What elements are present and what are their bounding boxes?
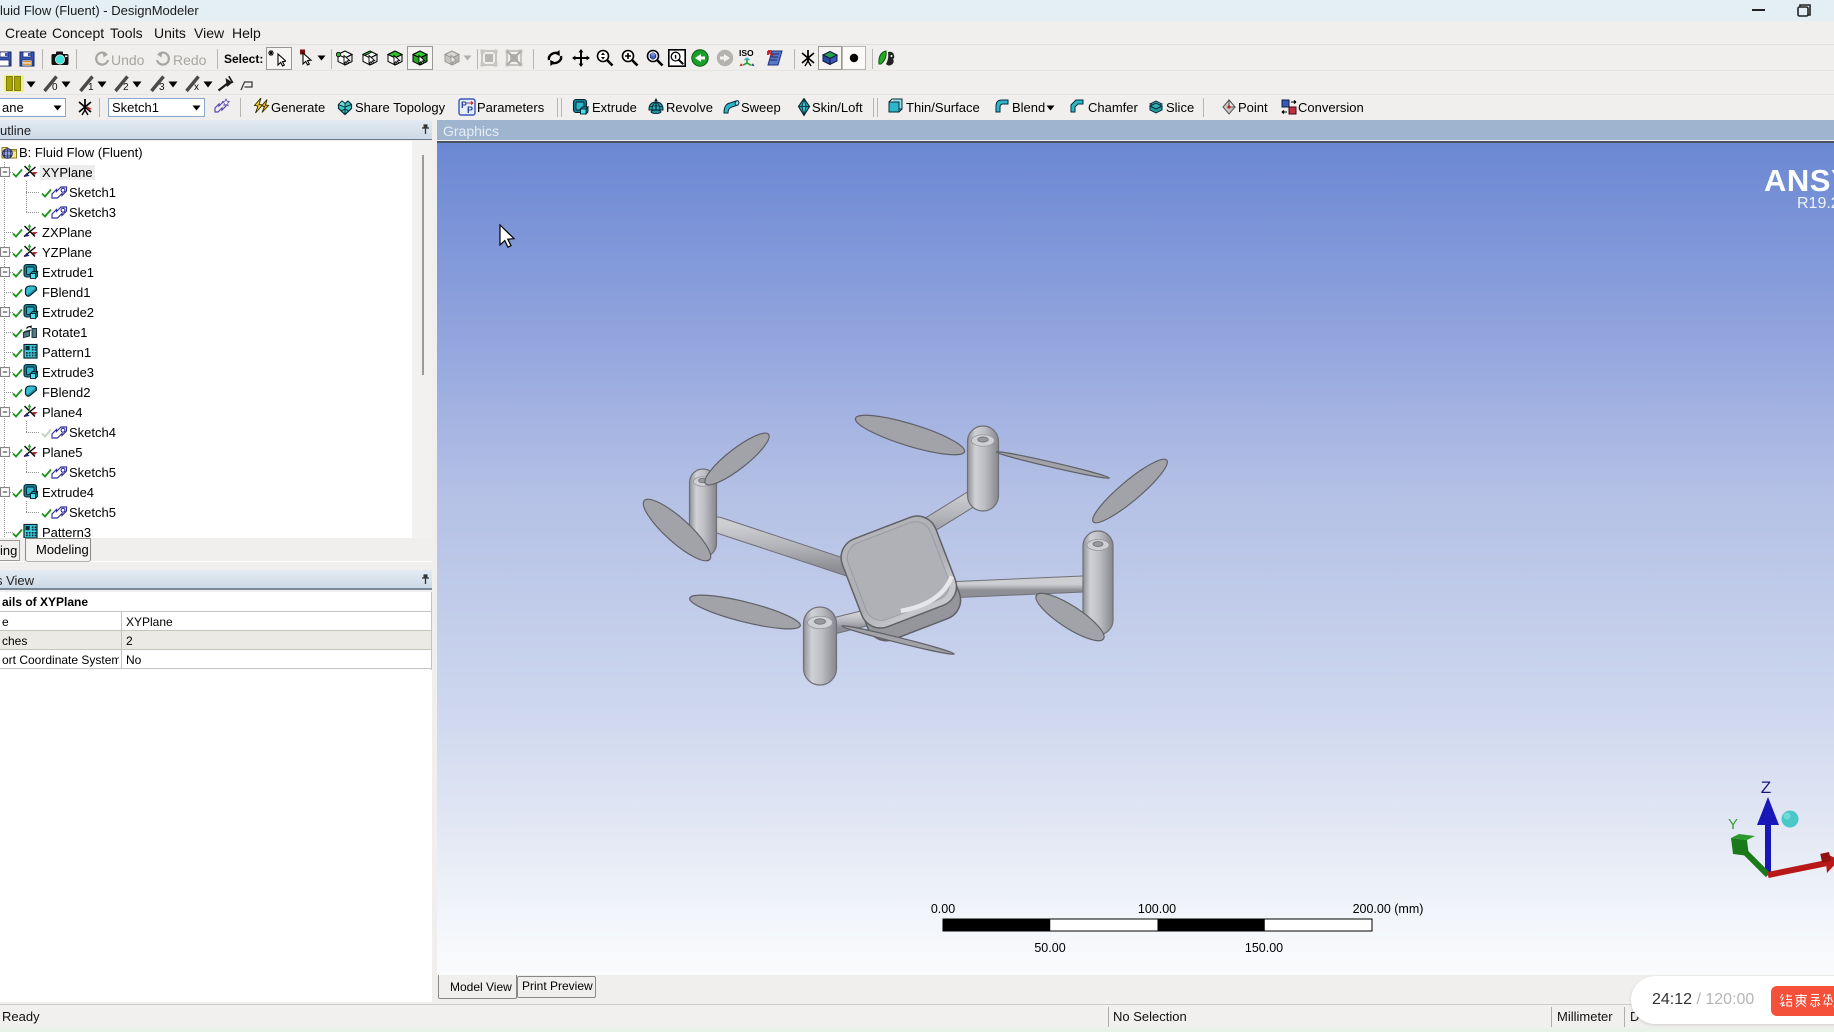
svg-text:0.00: 0.00	[931, 902, 955, 916]
svg-text:150.00: 150.00	[1245, 941, 1283, 955]
svg-text:100.00: 100.00	[1138, 902, 1176, 916]
svg-text:Y: Y	[1728, 816, 1738, 833]
svg-text:50.00: 50.00	[1034, 941, 1065, 955]
svg-text:P: P	[467, 105, 473, 115]
svg-text:Z: Z	[1761, 778, 1771, 797]
svg-text:200.00 (mm): 200.00 (mm)	[1353, 902, 1424, 916]
svg-text:ISO: ISO	[739, 49, 754, 58]
